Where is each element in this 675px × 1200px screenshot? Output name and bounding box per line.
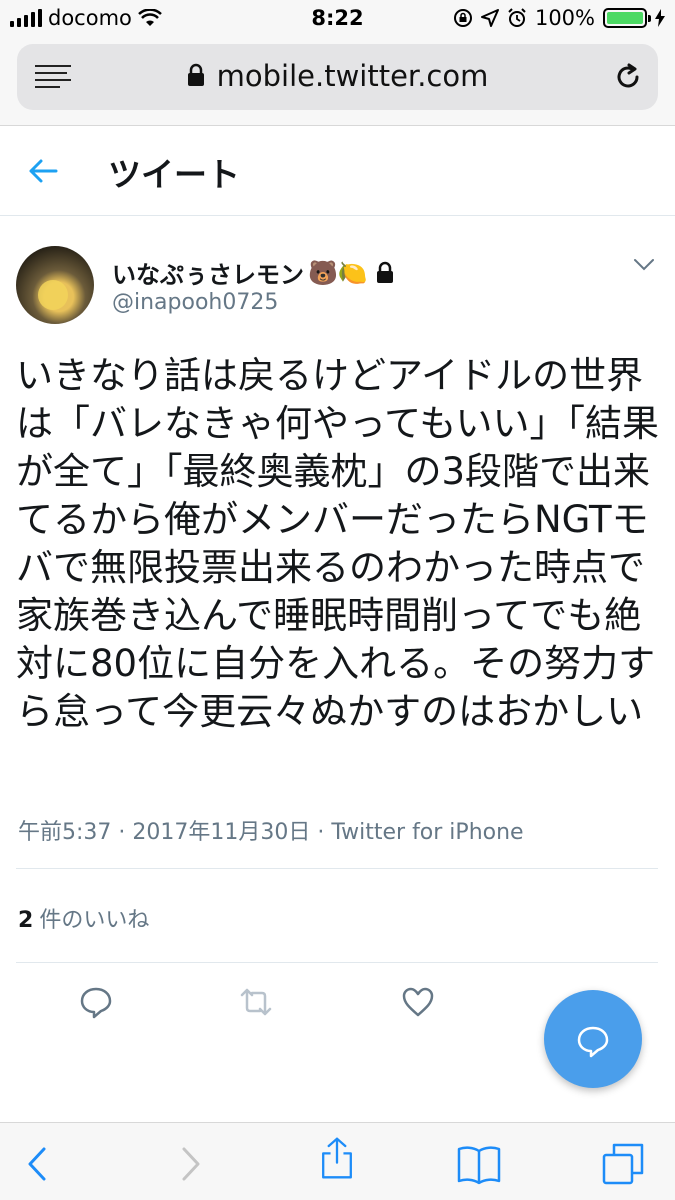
display-name: いなぷぅさレモン [112,261,304,289]
url-display[interactable]: mobile.twitter.com [17,59,658,93]
likes-label: 件のいいね [39,908,150,933]
divider [16,962,658,963]
lock-icon [187,63,204,86]
retweet-icon[interactable] [238,984,274,1020]
like-heart-icon[interactable] [400,984,436,1020]
avatar[interactable] [16,246,94,324]
reload-icon[interactable] [612,61,644,93]
alarm-icon [508,8,526,27]
share-icon[interactable] [314,1135,360,1181]
status-right: 100% [453,6,665,30]
chevron-down-icon[interactable] [633,258,655,272]
compose-reply-button[interactable] [544,990,642,1088]
back-arrow-icon[interactable] [26,154,60,188]
likes-summary[interactable]: 2 件のいいね [18,902,149,934]
status-bar: docomo 8:22 100% [0,0,675,40]
browser-toolbar [0,1122,675,1200]
battery-percent: 100% [534,6,595,30]
user-handle[interactable]: @inapooh0725 [112,290,278,315]
tweet-text: いきなり話は戻るけどアイドルの世界は「バレなきゃ何やってもいい」「結果が全て」「… [16,354,660,733]
battery-icon [603,8,651,28]
divider [16,868,658,869]
tweet-author[interactable]: いなぷぅさレモン 🐻🍋 [112,255,398,290]
browser-chrome: mobile.twitter.com [0,40,675,126]
url-text: mobile.twitter.com [216,59,489,93]
tabs-icon[interactable] [600,1141,646,1187]
location-icon [480,9,499,27]
tweet-timestamp[interactable]: 午前5:37 · 2017年11月30日 · Twitter for iPhon… [18,814,524,846]
browser-forward-icon[interactable] [166,1141,212,1187]
address-bar[interactable]: mobile.twitter.com [17,44,658,110]
protected-lock-icon [372,260,397,285]
charging-icon [655,9,665,27]
browser-back-icon[interactable] [16,1141,62,1187]
page-header: ツイート [0,126,675,216]
name-emojis: 🐻🍋 [308,258,368,287]
bookmarks-icon[interactable] [456,1141,502,1187]
reply-icon[interactable] [78,984,114,1020]
rotation-lock-icon [453,9,472,27]
page-title: ツイート [108,155,240,194]
reply-bubble-icon [577,1026,609,1058]
likes-count: 2 [18,908,34,933]
